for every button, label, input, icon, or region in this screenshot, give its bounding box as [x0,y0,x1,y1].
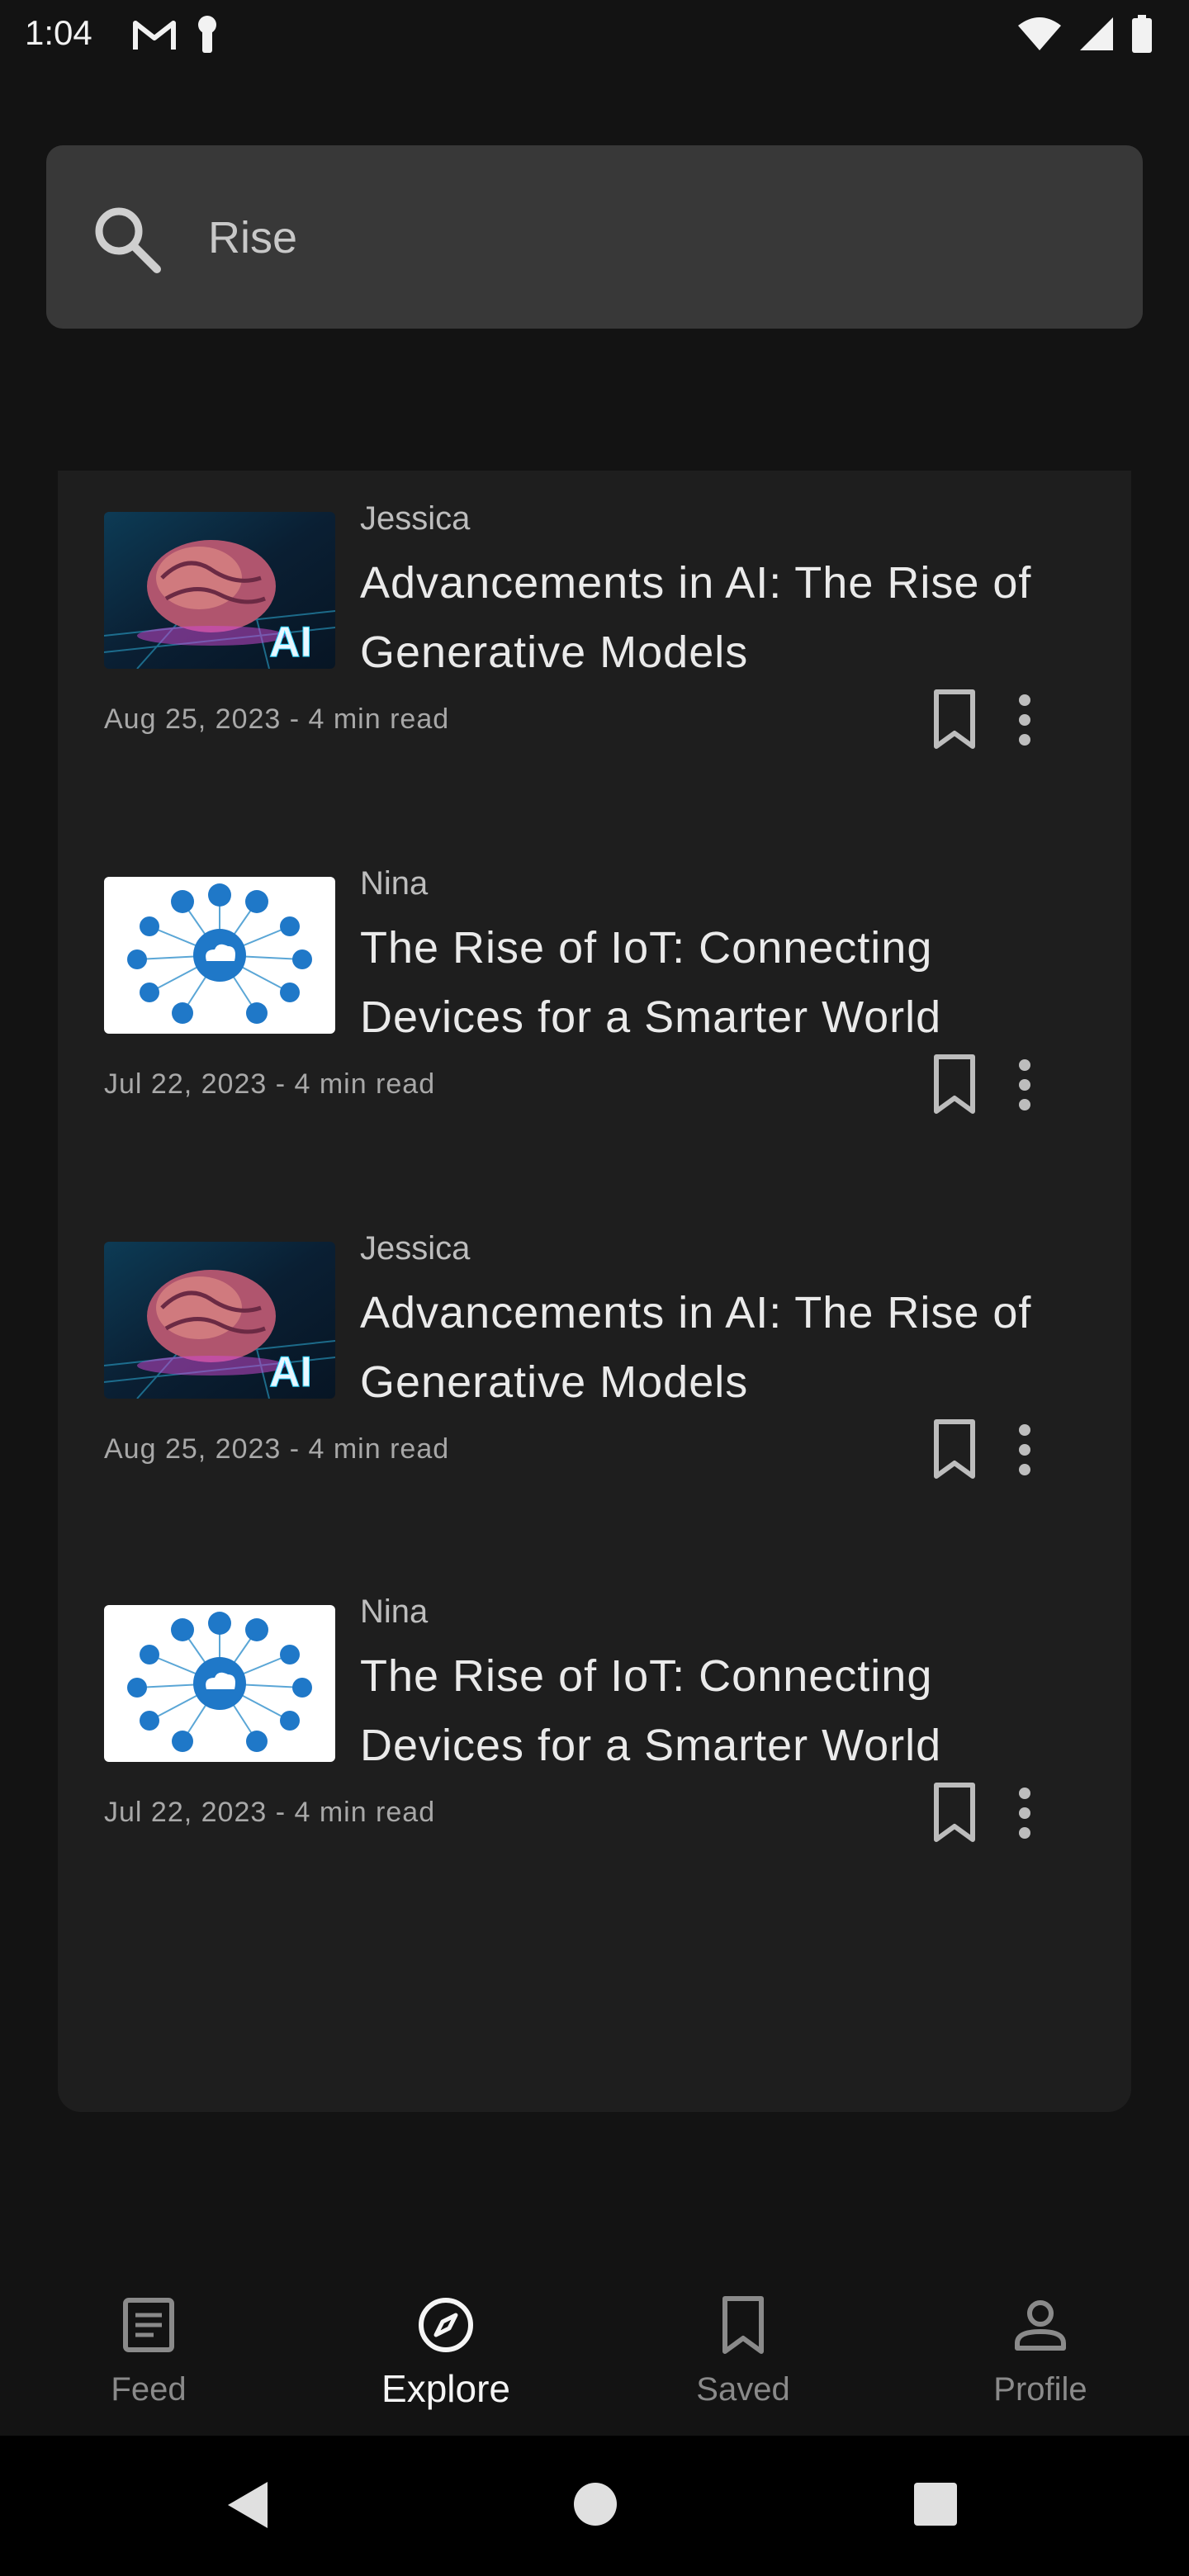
nav-item-profile[interactable]: Profile [892,2262,1189,2436]
ai-brain-image: AI [104,1242,335,1399]
article-title[interactable]: The Rise of IoT: Connecting Devices for … [360,1641,1087,1780]
status-bar: 1:04 [0,0,1189,74]
bookmark-icon [722,2296,764,2354]
home-icon[interactable] [573,2482,618,2526]
nav-label-saved: Saved [696,2371,790,2408]
article-card[interactable]: AI Jessica Advancements in AI: The Rise … [104,1200,1095,1498]
nav-item-explore[interactable]: Explore [297,2262,594,2436]
article-title[interactable]: Advancements in AI: The Rise of Generati… [360,548,1087,687]
article-card[interactable]: Nina The Rise of IoT: Connecting Devices… [104,1564,1095,1861]
wifi-icon [1018,17,1061,50]
nav-label-profile: Profile [993,2371,1087,2408]
article-thumbnail[interactable]: AI [104,1242,335,1399]
article-meta: Aug 25, 2023 - 4 min read [104,703,450,735]
svg-text:AI: AI [269,1348,312,1396]
back-icon[interactable] [225,2479,271,2531]
feed-icon [123,2298,174,2352]
bookmark-icon[interactable] [930,1052,979,1118]
search-icon[interactable] [89,201,163,276]
article-title[interactable]: The Rise of IoT: Connecting Devices for … [360,913,1087,1052]
nav-item-feed[interactable]: Feed [0,2262,297,2436]
article-meta: Aug 25, 2023 - 4 min read [104,1433,450,1465]
article-meta: Jul 22, 2023 - 4 min read [104,1797,436,1828]
status-icons-left [132,15,220,54]
svg-text:AI: AI [269,618,312,666]
signal-icon [1080,17,1113,50]
article-card[interactable]: AI Jessica Advancements in AI: The Rise … [104,471,1095,768]
bookmark-icon[interactable] [930,1780,979,1846]
article-thumbnail[interactable] [104,1605,335,1762]
iot-network-image [104,1605,335,1762]
nav-item-saved[interactable]: Saved [594,2262,892,2436]
bookmark-icon[interactable] [930,687,979,753]
bottom-navigation: Feed Explore Saved Profile [0,2262,1189,2436]
results-list: AI Jessica Advancements in AI: The Rise … [58,471,1131,2112]
article-thumbnail[interactable] [104,877,335,1034]
gmail-icon [133,21,176,50]
more-options-icon[interactable] [1004,687,1045,753]
system-navigation-bar [0,2436,1189,2576]
person-icon [1015,2300,1066,2351]
battery-icon [1132,15,1152,53]
status-time: 1:04 [25,13,92,52]
status-icons-right [1017,15,1153,53]
article-thumbnail[interactable]: AI [104,512,335,669]
article-author: Jessica [360,1230,471,1267]
article-author: Jessica [360,500,471,537]
article-card[interactable]: Nina The Rise of IoT: Connecting Devices… [104,836,1095,1133]
search-input[interactable] [206,192,1101,284]
article-author: Nina [360,865,429,902]
key-icon [198,16,216,53]
nav-label-explore: Explore [381,2367,510,2410]
ai-brain-image: AI [104,512,335,669]
iot-network-image [104,877,335,1034]
search-bar[interactable] [46,145,1143,329]
nav-label-feed: Feed [111,2371,187,2408]
article-title[interactable]: Advancements in AI: The Rise of Generati… [360,1278,1087,1417]
article-author: Nina [360,1593,429,1630]
article-meta: Jul 22, 2023 - 4 min read [104,1068,436,1100]
more-options-icon[interactable] [1004,1780,1045,1846]
bookmark-icon[interactable] [930,1417,979,1483]
more-options-icon[interactable] [1004,1052,1045,1118]
recents-icon[interactable] [913,2482,958,2526]
more-options-icon[interactable] [1004,1417,1045,1483]
compass-icon [419,2298,473,2352]
